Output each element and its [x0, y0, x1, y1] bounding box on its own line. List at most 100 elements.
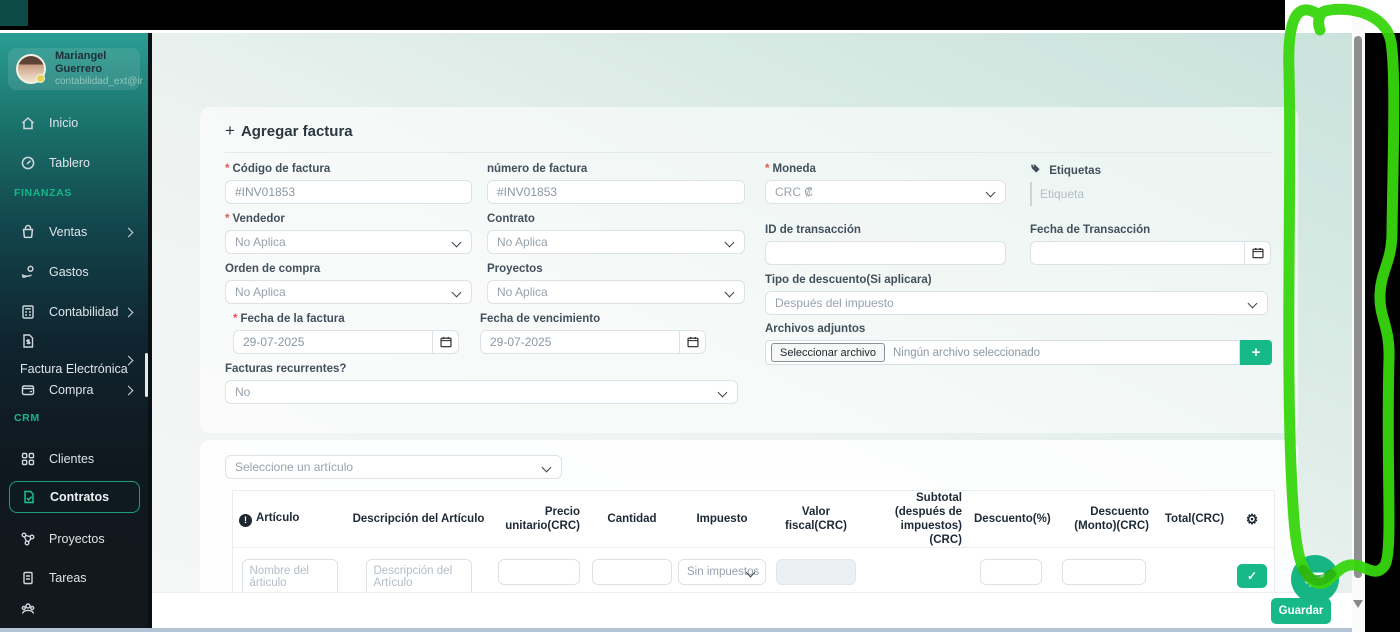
fecha-vencimiento-input[interactable]: [480, 330, 680, 354]
item-valor-fiscal-input: [776, 559, 856, 585]
confirm-item-button[interactable]: ✓: [1237, 564, 1267, 588]
col-precio-unitario: Precio unitario(CRC): [505, 506, 580, 532]
select-file-button[interactable]: Seleccionar archivo: [771, 343, 885, 362]
invoice-items-card: Seleccione un artículo ! Artículo Descrip…: [200, 440, 1298, 592]
moneda-select[interactable]: CRC ₡: [765, 180, 1006, 204]
footer-bar: Guardar: [152, 592, 1352, 629]
calendar-icon: [1251, 248, 1264, 259]
divider: [225, 152, 1273, 153]
col-descuento-monto: Descuento (Monto)(CRC): [1074, 506, 1149, 532]
item-cantidad-input[interactable]: [592, 559, 672, 585]
gear-icon[interactable]: ⚙: [1234, 512, 1270, 526]
purchase-wallet-icon: [21, 385, 35, 396]
invoice-form-card: +Agregar factura *Código de factura núme…: [200, 107, 1298, 433]
field-moneda: * Moneda CRC ₡: [765, 163, 1006, 204]
chevron-down-icon: [724, 237, 735, 248]
sidebar-item-tareas[interactable]: Tareas: [0, 564, 148, 592]
col-descuento-pct: Descuento(%): [974, 513, 1051, 525]
field-seleccione-articulo: Seleccione un artículo: [225, 455, 562, 479]
user-card[interactable]: Mariangel Guerrero contabilidad_ext@inn.…: [8, 48, 143, 90]
accounting-icon: [22, 305, 34, 319]
sidebar-item-inicio[interactable]: Inicio: [0, 109, 148, 137]
chevron-down-icon: [717, 387, 728, 398]
field-contrato: Contrato No Aplica: [487, 213, 745, 254]
id-transaccion-input[interactable]: [765, 241, 1006, 265]
chevron-down-icon: [451, 237, 462, 248]
calendar-button[interactable]: [680, 330, 706, 354]
orden-compra-select[interactable]: No Aplica: [225, 280, 472, 304]
fecha-transaccion-input[interactable]: [1030, 241, 1245, 265]
item-impuesto-select[interactable]: Sin impuestos: [678, 559, 766, 585]
item-nombre-textarea[interactable]: [241, 559, 338, 592]
sidebar-item-factura-electronica[interactable]: Factura Electrónica: [0, 331, 148, 376]
page-title: + Agregar factura: [225, 121, 353, 140]
chevron-right-icon: [123, 385, 134, 396]
contrato-select[interactable]: No Aplica: [487, 230, 745, 254]
item-precio-input[interactable]: [497, 559, 580, 585]
tag-icon: [1031, 164, 1040, 173]
proyectos-select[interactable]: No Aplica: [487, 280, 745, 304]
items-table-header: ! Artículo Descripción del Artículo Preci…: [233, 491, 1274, 548]
calendar-button[interactable]: [1245, 241, 1271, 265]
add-attachment-button[interactable]: +: [1240, 340, 1272, 365]
scrollbar-down-arrow[interactable]: [1353, 600, 1363, 608]
col-cantidad: Cantidad: [607, 513, 657, 525]
file-input[interactable]: Seleccionar archivo Ningún archivo selec…: [765, 340, 1240, 365]
items-table: ! Artículo Descripción del Artículo Preci…: [232, 490, 1275, 592]
app-corner-notch: [0, 0, 28, 26]
facturas-recurrentes-select[interactable]: No: [225, 380, 738, 404]
col-descripcion: Descripción del Artículo: [352, 513, 485, 525]
projects-icon: [21, 532, 35, 546]
field-codigo-factura: * Código de factura: [225, 163, 472, 204]
scrollbar-track[interactable]: [1352, 0, 1365, 632]
home-icon: [21, 116, 35, 130]
calendar-icon: [686, 337, 699, 348]
sidebar-item-tablero[interactable]: Tablero: [0, 149, 148, 177]
calendar-button[interactable]: [433, 330, 459, 354]
field-archivos-adjuntos: Archivos adjuntos Seleccionar archivo Ni…: [765, 323, 1272, 365]
chat-button[interactable]: [1291, 555, 1339, 603]
item-descuento-pct-input[interactable]: [979, 559, 1042, 585]
sidebar-item-clientes[interactable]: Clientes: [0, 445, 148, 473]
plus-icon: +: [225, 121, 235, 140]
dashboard-icon: [21, 156, 35, 170]
vendedor-select[interactable]: No Aplica: [225, 230, 472, 254]
fecha-factura-input[interactable]: [233, 330, 433, 354]
file-status-text: Ningún archivo seleccionado: [893, 346, 1041, 359]
avatar: [16, 54, 46, 84]
chevron-down-icon: [985, 187, 996, 198]
col-subtotal: Subtotal (después de impuestos)(CRC): [894, 492, 962, 546]
field-etiquetas: Etiquetas Etiqueta: [1030, 163, 1270, 206]
field-orden-compra: Orden de compra No Aplica: [225, 263, 472, 304]
field-facturas-recurrentes: Facturas recurrentes? No: [225, 363, 738, 404]
numero-factura-input[interactable]: [487, 180, 745, 204]
sidebar-item-proyectos[interactable]: Proyectos: [0, 525, 148, 553]
chat-bubble-icon: [1305, 572, 1325, 587]
sidebar-item-gastos[interactable]: Gastos: [0, 258, 148, 286]
main-content: +Agregar factura *Código de factura núme…: [152, 33, 1352, 628]
codigo-factura-input[interactable]: [225, 180, 472, 204]
customers-icon: [21, 452, 35, 466]
tipo-descuento-select[interactable]: Después del impuesto: [765, 291, 1268, 315]
scrollbar-thumb[interactable]: [1354, 36, 1362, 578]
chevron-down-icon: [1247, 298, 1258, 309]
chevron-right-icon: [123, 307, 134, 318]
sidebar-item-contabilidad[interactable]: Contabilidad: [0, 298, 148, 326]
col-total: Total(CRC): [1164, 513, 1225, 525]
chevron-down-icon: [541, 462, 552, 473]
expenses-icon: [21, 265, 34, 278]
field-numero-factura: número de factura: [487, 163, 745, 204]
sidebar-item-compra[interactable]: Compra: [0, 376, 148, 404]
sales-bag-icon: [22, 224, 34, 239]
sidebar-item-contratos[interactable]: Contratos: [9, 481, 140, 513]
articulo-select[interactable]: Seleccione un artículo: [225, 455, 562, 479]
calendar-icon: [439, 337, 452, 348]
item-descripcion-textarea[interactable]: [365, 559, 472, 592]
col-articulo: ! Artículo: [233, 511, 346, 527]
field-proyectos: Proyectos No Aplica: [487, 263, 745, 304]
etiquetas-input[interactable]: Etiqueta: [1030, 182, 1270, 206]
sidebar-section-finanzas: FINANZAS: [14, 187, 72, 199]
item-descuento-monto-input[interactable]: [1062, 559, 1146, 585]
sidebar-item-ventas[interactable]: Ventas: [0, 218, 148, 246]
field-id-transaccion: ID de transacción: [765, 224, 1006, 265]
